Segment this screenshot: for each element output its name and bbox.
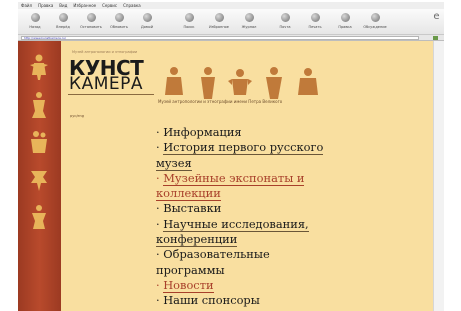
discuss-icon xyxy=(370,13,380,22)
menu-help[interactable]: Справка xyxy=(123,3,141,8)
menu-favorites[interactable]: Избранное xyxy=(73,3,96,8)
header-ornament-icon xyxy=(165,67,318,99)
search-icon xyxy=(184,13,194,22)
browser-menu-bar: Файл Правка Вид Избранное Сервис Справка xyxy=(18,2,444,9)
mail-icon xyxy=(280,13,290,22)
menu-item-exhibitions[interactable]: · Выставки xyxy=(156,201,336,216)
figure-ornament-icon xyxy=(31,131,47,153)
menu-item-research-cont[interactable]: конференции xyxy=(156,232,336,248)
stop-button[interactable]: Остановить xyxy=(80,11,102,33)
go-button[interactable] xyxy=(433,36,438,40)
menu-edit[interactable]: Правка xyxy=(38,3,53,8)
menu-item-info[interactable]: · Информация xyxy=(156,125,336,140)
menu-item-history[interactable]: · История первого русского xyxy=(156,140,336,156)
vertical-scrollbar[interactable] xyxy=(433,41,444,311)
back-arrow-icon xyxy=(30,13,40,22)
menu-item-collections-cont[interactable]: коллекции xyxy=(156,186,336,202)
discuss-button[interactable]: Обсуждение xyxy=(363,11,387,33)
site-logo-line2[interactable]: КАМЕРА xyxy=(69,76,143,93)
forward-arrow-icon xyxy=(58,13,68,22)
menu-file[interactable]: Файл xyxy=(21,3,32,8)
menu-item-research[interactable]: · Научные исследования, xyxy=(156,216,336,232)
menu-tools[interactable]: Сервис xyxy=(102,3,117,8)
mail-button[interactable]: Почта xyxy=(274,11,296,33)
logo-divider xyxy=(68,94,154,95)
home-icon xyxy=(142,13,152,22)
search-button[interactable]: Поиск xyxy=(178,11,200,33)
address-input[interactable]: http://www.kunstkamera.ru/ xyxy=(21,36,419,40)
menu-item-education-cont[interactable]: программы xyxy=(156,263,336,278)
menu-item-sponsors[interactable]: · Наши спонсоры xyxy=(156,293,336,308)
browser-logo-icon: e xyxy=(433,11,440,22)
browser-toolbar: Назад Вперёд Остановить Обновить Домой П… xyxy=(18,9,444,35)
web-page: Музей антропологии и этнографии КУНСТ КА… xyxy=(18,41,444,311)
menu-item-news[interactable]: · Новости xyxy=(156,277,336,293)
forward-button[interactable]: Вперёд xyxy=(52,11,74,33)
figure-ornament-icon xyxy=(31,171,47,191)
edit-icon xyxy=(340,13,350,22)
print-button[interactable]: Печать xyxy=(304,11,326,33)
site-tagline: Музей антропологии и этнографии xyxy=(72,50,138,54)
stop-icon xyxy=(86,13,96,22)
figure-ornament-icon xyxy=(30,54,48,80)
back-button[interactable]: Назад xyxy=(24,11,46,33)
site-menu: · Информация · История первого русского … xyxy=(156,125,336,309)
favorites-button[interactable]: Избранное xyxy=(208,11,230,33)
home-button[interactable]: Домой xyxy=(136,11,158,33)
menu-view[interactable]: Вид xyxy=(59,3,67,8)
history-button[interactable]: Журнал xyxy=(238,11,260,33)
decorative-sidebar xyxy=(18,41,61,311)
edit-button[interactable]: Правка xyxy=(334,11,356,33)
printer-icon xyxy=(310,13,320,22)
menu-item-education[interactable]: · Образовательные xyxy=(156,247,336,262)
site-caption: Музей антропологии и этнографии имени Пе… xyxy=(158,99,283,104)
menu-item-collections[interactable]: · Музейные экспонаты и xyxy=(156,170,336,186)
star-icon xyxy=(214,13,224,22)
language-note[interactable]: рус/eng xyxy=(70,114,84,118)
history-icon xyxy=(244,13,254,22)
figure-ornament-icon xyxy=(32,92,46,118)
figure-ornament-icon xyxy=(32,205,46,229)
menu-item-history-cont[interactable]: музея xyxy=(156,155,336,171)
refresh-button[interactable]: Обновить xyxy=(108,11,130,33)
refresh-icon xyxy=(114,13,124,22)
